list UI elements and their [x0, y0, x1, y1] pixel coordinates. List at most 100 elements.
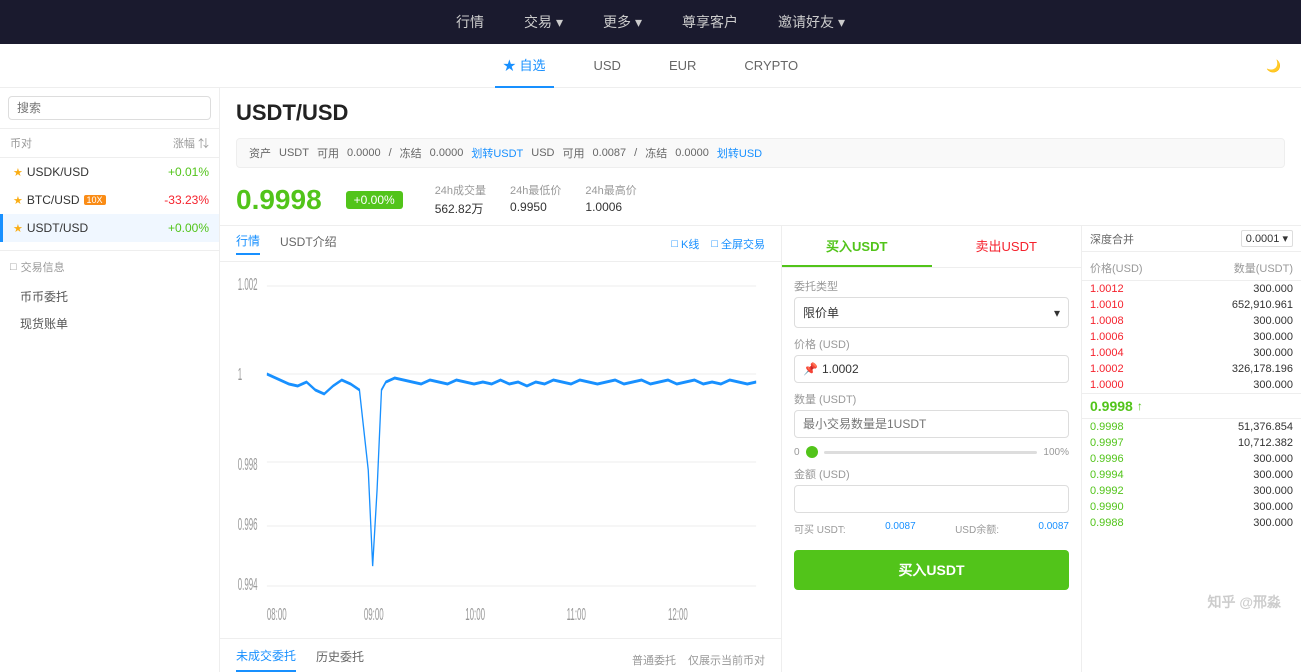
usd-balance-value: 0.0087: [1038, 521, 1069, 536]
tab-intro[interactable]: USDT介绍: [280, 233, 337, 254]
order-type-label: 普通委托: [632, 652, 676, 668]
ob-sell-qty-1: 652,910.961: [1232, 299, 1293, 311]
moon-icon[interactable]: 🌙: [1266, 59, 1281, 73]
tab-sell[interactable]: 卖出USDT: [932, 226, 1082, 267]
transfer-usd-link[interactable]: 划转USD: [717, 145, 762, 161]
nav-vip[interactable]: 尊享客户: [682, 12, 738, 32]
ob-buy-row-4[interactable]: 0.9992 300.000: [1082, 483, 1301, 499]
ob-buy-qty-1: 10,712.382: [1238, 437, 1293, 449]
ob-sell-price-6: 1.0000: [1090, 379, 1124, 391]
ob-qty-header: 数量(USDT): [1234, 260, 1293, 276]
ob-sell-qty-4: 300.000: [1253, 347, 1293, 359]
ob-buy-qty-4: 300.000: [1253, 485, 1293, 497]
ob-sell-row-4[interactable]: 1.0004 300.000: [1082, 345, 1301, 361]
ob-sell-row-3[interactable]: 1.0006 300.000: [1082, 329, 1301, 345]
sidebar-header: 币对 涨幅 ⇅: [0, 129, 219, 158]
bottom-tabs: 未成交委托 历史委托 普通委托 仅展示当前币对: [220, 638, 781, 672]
stat-low-value: 0.9950: [510, 200, 561, 214]
nav-more[interactable]: 更多 ▾: [603, 12, 642, 32]
tab-quotes[interactable]: 行情: [236, 232, 260, 255]
ob-sell-qty-6: 300.000: [1253, 379, 1293, 391]
qty-input[interactable]: [803, 417, 1060, 431]
ob-sell-row-1[interactable]: 1.0010 652,910.961: [1082, 297, 1301, 313]
ob-sell-row-0[interactable]: 1.0012 300.000: [1082, 281, 1301, 297]
ob-sell-row-6[interactable]: 1.0000 300.000: [1082, 377, 1301, 393]
kline-btn[interactable]: □ K线: [671, 236, 699, 252]
ob-buy-orders: 0.9998 51,376.854 0.9997 10,712.382 0.99…: [1082, 419, 1301, 531]
change-usdt: +0.00%: [168, 221, 209, 235]
buy-button[interactable]: 买入USDT: [794, 550, 1069, 590]
qty-row: 数量 (USDT): [794, 391, 1069, 438]
amount-input[interactable]: [803, 492, 1060, 506]
subnav-zixuan[interactable]: ★ 自选: [495, 44, 554, 88]
col-pair-label: 币对: [10, 135, 32, 151]
bottom-tab-right: 普通委托 仅展示当前币对: [632, 652, 765, 668]
assets-bar: 资产 USDT 可用 0.0000 / 冻结 0.0000 划转USDT USD…: [236, 138, 1285, 168]
subnav-usd[interactable]: USD: [586, 44, 629, 88]
svg-text:11:00: 11:00: [567, 603, 586, 624]
ob-buy-price-0: 0.9998: [1090, 421, 1124, 433]
available-buy-label: 可买 USDT:: [794, 521, 846, 536]
tab-buy[interactable]: 买入USDT: [782, 226, 932, 267]
ob-buy-row-1[interactable]: 0.9997 10,712.382: [1082, 435, 1301, 451]
ob-buy-row-6[interactable]: 0.9988 300.000: [1082, 515, 1301, 531]
subnav-crypto[interactable]: CRYPTO: [736, 44, 806, 88]
ob-sell-row-2[interactable]: 1.0008 300.000: [1082, 313, 1301, 329]
ob-sell-price-3: 1.0006: [1090, 331, 1124, 343]
price-input[interactable]: [822, 362, 1060, 376]
pair-name-usdk: USDK/USD: [27, 165, 89, 179]
ob-sell-orders: 1.0012 300.000 1.0010 652,910.961 1.0008…: [1082, 281, 1301, 393]
invite-dropdown-icon: ▾: [838, 14, 845, 31]
tab-history-orders[interactable]: 历史委托: [316, 648, 364, 671]
transfer-usdt-link[interactable]: 划转USDT: [471, 145, 523, 161]
price-chart: 1.002 1 0.998 0.996 0.994 08:00 09:00: [236, 270, 765, 630]
sidebar-item-usdk[interactable]: ★ USDK/USD +0.01%: [0, 158, 219, 186]
ob-buy-row-0[interactable]: 0.9998 51,376.854: [1082, 419, 1301, 435]
ob-buy-qty-0: 51,376.854: [1238, 421, 1293, 433]
kline-icon: □: [671, 238, 678, 250]
ob-buy-row-2[interactable]: 0.9996 300.000: [1082, 451, 1301, 467]
pair-usdk: ★ USDK/USD: [13, 165, 89, 179]
chart-section: 行情 USDT介绍 □ K线 □ 全屏交易: [220, 226, 781, 672]
stat-volume: 24h成交量 562.82万: [435, 182, 486, 217]
sidebar-link-委托[interactable]: 币币委托: [0, 283, 219, 310]
asset-name-usd: USD: [531, 147, 554, 159]
sidebar: 币对 涨幅 ⇅ ★ USDK/USD +0.01% ★ BTC/USD 10X …: [0, 88, 220, 672]
ob-price-header: 价格(USD): [1090, 260, 1143, 276]
nav-invite[interactable]: 邀请好友 ▾: [778, 12, 845, 32]
order-type-label: 委托类型: [794, 278, 1069, 294]
sub-nav: ★ 自选 USD EUR CRYPTO 🌙: [0, 44, 1301, 88]
ob-buy-price-6: 0.9988: [1090, 517, 1124, 529]
nav-quotes[interactable]: 行情: [456, 12, 484, 32]
nav-trade[interactable]: 交易 ▾: [524, 12, 563, 32]
ob-buy-row-3[interactable]: 0.9994 300.000: [1082, 467, 1301, 483]
fullscreen-btn[interactable]: □ 全屏交易: [711, 236, 765, 252]
sidebar-item-usdt[interactable]: ★ USDT/USD +0.00%: [0, 214, 219, 242]
svg-text:10:00: 10:00: [465, 603, 485, 624]
ob-sell-row-5[interactable]: 1.0002 326,178.196: [1082, 361, 1301, 377]
slider-row: 0 100%: [794, 446, 1069, 458]
sidebar-link-账单[interactable]: 现货账单: [0, 310, 219, 337]
subnav-eur[interactable]: EUR: [661, 44, 704, 88]
ob-merge-value[interactable]: 0.0001 ▾: [1241, 230, 1293, 247]
amount-input-wrap: [794, 485, 1069, 513]
pair-name-btc: BTC/USD: [27, 193, 80, 207]
ob-mid-price: 0.9998: [1090, 398, 1133, 414]
order-type-select[interactable]: 限价单 ▾: [794, 297, 1069, 328]
pair-name-usdt: USDT/USD: [27, 221, 88, 235]
stat-low-label: 24h最低价: [510, 182, 561, 198]
ob-buy-price-1: 0.9997: [1090, 437, 1124, 449]
main-layout: 币对 涨幅 ⇅ ★ USDK/USD +0.01% ★ BTC/USD 10X …: [0, 88, 1301, 672]
search-input[interactable]: [8, 96, 211, 120]
star-icon-btc: ★: [13, 194, 23, 207]
ob-sell-price-2: 1.0008: [1090, 315, 1124, 327]
trade-dropdown-icon: ▾: [556, 14, 563, 31]
ob-buy-price-4: 0.9992: [1090, 485, 1124, 497]
tab-open-orders[interactable]: 未成交委托: [236, 647, 296, 672]
ob-buy-row-5[interactable]: 0.9990 300.000: [1082, 499, 1301, 515]
svg-text:0.998: 0.998: [238, 453, 258, 474]
slider-track[interactable]: [824, 451, 1038, 454]
sidebar-item-btc[interactable]: ★ BTC/USD 10X -33.23%: [0, 186, 219, 214]
slash2: /: [634, 147, 637, 159]
slider-dot[interactable]: [806, 446, 818, 458]
